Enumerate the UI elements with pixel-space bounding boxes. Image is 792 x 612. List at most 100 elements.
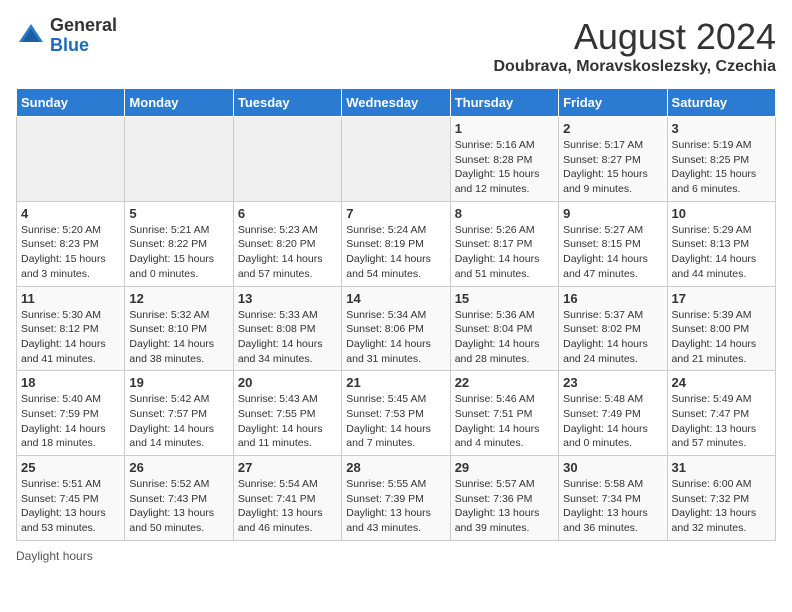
day-info: Sunrise: 5:49 AM Sunset: 7:47 PM Dayligh… bbox=[672, 392, 771, 451]
header: General Blue August 2024 Doubrava, Morav… bbox=[16, 16, 776, 76]
calendar-header-row: SundayMondayTuesdayWednesdayThursdayFrid… bbox=[17, 89, 776, 117]
day-number: 1 bbox=[455, 121, 554, 136]
calendar-cell: 21Sunrise: 5:45 AM Sunset: 7:53 PM Dayli… bbox=[342, 371, 450, 456]
week-row-4: 18 Sunrise: 5:40 AM Sunset: 7:59 PM Dayli… bbox=[17, 371, 776, 456]
day-info: Sunrise: 5:43 AM Sunset: 7:55 PM Dayligh… bbox=[238, 392, 337, 451]
calendar-cell: 31 Sunrise: 6:00 AM Sunset: 7:32 PM Dayli… bbox=[667, 456, 775, 541]
calendar-cell: 11Sunrise: 5:30 AM Sunset: 8:12 PM Dayli… bbox=[17, 286, 125, 371]
day-number: 26 bbox=[129, 460, 228, 475]
day-info: Sunrise: 5:17 AM Sunset: 8:27 PM Dayligh… bbox=[563, 138, 662, 197]
calendar-cell: 23 Sunrise: 5:48 AM Sunset: 7:49 PM Dayli… bbox=[559, 371, 667, 456]
day-info: Sunrise: 5:26 AM Sunset: 8:17 PM Dayligh… bbox=[455, 223, 554, 282]
calendar-cell: 19 Sunrise: 5:42 AM Sunset: 7:57 PM Dayli… bbox=[125, 371, 233, 456]
week-row-3: 11Sunrise: 5:30 AM Sunset: 8:12 PM Dayli… bbox=[17, 286, 776, 371]
day-number: 7 bbox=[346, 206, 445, 221]
footer-label: Daylight hours bbox=[16, 549, 776, 563]
calendar-cell: 25Sunrise: 5:51 AM Sunset: 7:45 PM Dayli… bbox=[17, 456, 125, 541]
day-info: Sunrise: 5:33 AM Sunset: 8:08 PM Dayligh… bbox=[238, 308, 337, 367]
calendar-cell: 12 Sunrise: 5:32 AM Sunset: 8:10 PM Dayli… bbox=[125, 286, 233, 371]
logo-text: General Blue bbox=[50, 16, 117, 56]
day-number: 27 bbox=[238, 460, 337, 475]
calendar-cell: 24Sunrise: 5:49 AM Sunset: 7:47 PM Dayli… bbox=[667, 371, 775, 456]
col-header-friday: Friday bbox=[559, 89, 667, 117]
calendar-cell: 27 Sunrise: 5:54 AM Sunset: 7:41 PM Dayli… bbox=[233, 456, 341, 541]
day-info: Sunrise: 5:58 AM Sunset: 7:34 PM Dayligh… bbox=[563, 477, 662, 536]
calendar-cell: 8Sunrise: 5:26 AM Sunset: 8:17 PM Daylig… bbox=[450, 201, 558, 286]
day-number: 16 bbox=[563, 291, 662, 306]
day-number: 19 bbox=[129, 375, 228, 390]
logo-icon bbox=[16, 21, 46, 51]
day-info: Sunrise: 5:57 AM Sunset: 7:36 PM Dayligh… bbox=[455, 477, 554, 536]
calendar-cell: 7 Sunrise: 5:24 AM Sunset: 8:19 PM Daylig… bbox=[342, 201, 450, 286]
calendar-cell bbox=[17, 117, 125, 202]
day-info: Sunrise: 5:42 AM Sunset: 7:57 PM Dayligh… bbox=[129, 392, 228, 451]
day-number: 22 bbox=[455, 375, 554, 390]
col-header-thursday: Thursday bbox=[450, 89, 558, 117]
calendar-cell: 28Sunrise: 5:55 AM Sunset: 7:39 PM Dayli… bbox=[342, 456, 450, 541]
calendar-cell: 30 Sunrise: 5:58 AM Sunset: 7:34 PM Dayli… bbox=[559, 456, 667, 541]
day-number: 29 bbox=[455, 460, 554, 475]
day-number: 20 bbox=[238, 375, 337, 390]
calendar-cell: 29 Sunrise: 5:57 AM Sunset: 7:36 PM Dayli… bbox=[450, 456, 558, 541]
day-info: Sunrise: 5:16 AM Sunset: 8:28 PM Dayligh… bbox=[455, 138, 554, 197]
day-info: Sunrise: 5:23 AM Sunset: 8:20 PM Dayligh… bbox=[238, 223, 337, 282]
day-number: 15 bbox=[455, 291, 554, 306]
day-number: 5 bbox=[129, 206, 228, 221]
day-number: 17 bbox=[672, 291, 771, 306]
day-number: 6 bbox=[238, 206, 337, 221]
day-number: 9 bbox=[563, 206, 662, 221]
day-number: 18 bbox=[21, 375, 120, 390]
col-header-sunday: Sunday bbox=[17, 89, 125, 117]
day-info: Sunrise: 5:19 AM Sunset: 8:25 PM Dayligh… bbox=[672, 138, 771, 197]
col-header-tuesday: Tuesday bbox=[233, 89, 341, 117]
week-row-5: 25Sunrise: 5:51 AM Sunset: 7:45 PM Dayli… bbox=[17, 456, 776, 541]
day-info: Sunrise: 5:32 AM Sunset: 8:10 PM Dayligh… bbox=[129, 308, 228, 367]
title-area: August 2024 Doubrava, Moravskoslezsky, C… bbox=[494, 16, 777, 76]
logo-blue-text: Blue bbox=[50, 36, 117, 56]
calendar-cell: 6 Sunrise: 5:23 AM Sunset: 8:20 PM Daylig… bbox=[233, 201, 341, 286]
day-info: Sunrise: 5:51 AM Sunset: 7:45 PM Dayligh… bbox=[21, 477, 120, 536]
day-number: 31 bbox=[672, 460, 771, 475]
day-info: Sunrise: 6:00 AM Sunset: 7:32 PM Dayligh… bbox=[672, 477, 771, 536]
calendar-cell: 15Sunrise: 5:36 AM Sunset: 8:04 PM Dayli… bbox=[450, 286, 558, 371]
day-info: Sunrise: 5:40 AM Sunset: 7:59 PM Dayligh… bbox=[21, 392, 120, 451]
calendar-cell: 3 Sunrise: 5:19 AM Sunset: 8:25 PM Daylig… bbox=[667, 117, 775, 202]
calendar-cell: 20 Sunrise: 5:43 AM Sunset: 7:55 PM Dayli… bbox=[233, 371, 341, 456]
calendar-cell: 4 Sunrise: 5:20 AM Sunset: 8:23 PM Daylig… bbox=[17, 201, 125, 286]
day-number: 30 bbox=[563, 460, 662, 475]
week-row-2: 4 Sunrise: 5:20 AM Sunset: 8:23 PM Daylig… bbox=[17, 201, 776, 286]
day-info: Sunrise: 5:34 AM Sunset: 8:06 PM Dayligh… bbox=[346, 308, 445, 367]
day-number: 3 bbox=[672, 121, 771, 136]
day-info: Sunrise: 5:48 AM Sunset: 7:49 PM Dayligh… bbox=[563, 392, 662, 451]
week-row-1: 1 Sunrise: 5:16 AM Sunset: 8:28 PM Daylig… bbox=[17, 117, 776, 202]
day-info: Sunrise: 5:52 AM Sunset: 7:43 PM Dayligh… bbox=[129, 477, 228, 536]
day-info: Sunrise: 5:29 AM Sunset: 8:13 PM Dayligh… bbox=[672, 223, 771, 282]
day-info: Sunrise: 5:21 AM Sunset: 8:22 PM Dayligh… bbox=[129, 223, 228, 282]
day-info: Sunrise: 5:20 AM Sunset: 8:23 PM Dayligh… bbox=[21, 223, 120, 282]
day-info: Sunrise: 5:54 AM Sunset: 7:41 PM Dayligh… bbox=[238, 477, 337, 536]
calendar-cell: 17 Sunrise: 5:39 AM Sunset: 8:00 PM Dayli… bbox=[667, 286, 775, 371]
calendar-cell: 1 Sunrise: 5:16 AM Sunset: 8:28 PM Daylig… bbox=[450, 117, 558, 202]
day-info: Sunrise: 5:39 AM Sunset: 8:00 PM Dayligh… bbox=[672, 308, 771, 367]
day-number: 4 bbox=[21, 206, 120, 221]
logo: General Blue bbox=[16, 16, 117, 56]
logo-general-text: General bbox=[50, 16, 117, 36]
day-number: 21 bbox=[346, 375, 445, 390]
day-info: Sunrise: 5:24 AM Sunset: 8:19 PM Dayligh… bbox=[346, 223, 445, 282]
day-info: Sunrise: 5:46 AM Sunset: 7:51 PM Dayligh… bbox=[455, 392, 554, 451]
calendar-cell bbox=[233, 117, 341, 202]
calendar-cell: 18 Sunrise: 5:40 AM Sunset: 7:59 PM Dayli… bbox=[17, 371, 125, 456]
col-header-wednesday: Wednesday bbox=[342, 89, 450, 117]
calendar-cell: 5 Sunrise: 5:21 AM Sunset: 8:22 PM Daylig… bbox=[125, 201, 233, 286]
day-number: 14 bbox=[346, 291, 445, 306]
day-info: Sunrise: 5:27 AM Sunset: 8:15 PM Dayligh… bbox=[563, 223, 662, 282]
day-number: 13 bbox=[238, 291, 337, 306]
col-header-monday: Monday bbox=[125, 89, 233, 117]
day-number: 12 bbox=[129, 291, 228, 306]
day-number: 11 bbox=[21, 291, 120, 306]
subtitle: Doubrava, Moravskoslezsky, Czechia bbox=[494, 58, 777, 76]
day-number: 23 bbox=[563, 375, 662, 390]
calendar-cell bbox=[125, 117, 233, 202]
calendar-cell: 9 Sunrise: 5:27 AM Sunset: 8:15 PM Daylig… bbox=[559, 201, 667, 286]
main-title: August 2024 bbox=[494, 16, 777, 58]
